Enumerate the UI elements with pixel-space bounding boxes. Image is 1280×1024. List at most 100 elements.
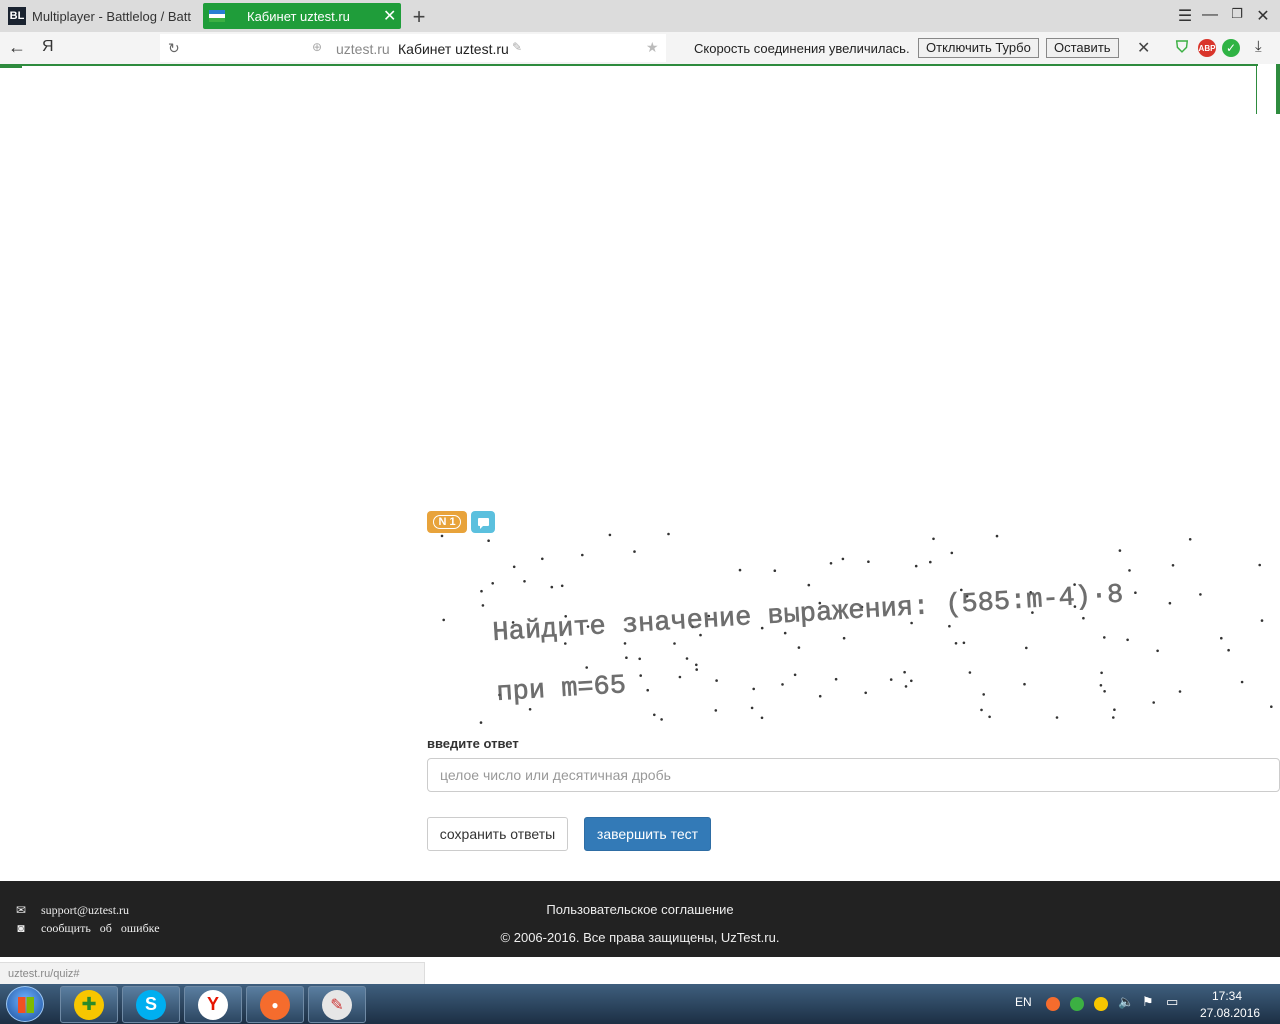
noise-dot	[1113, 708, 1116, 711]
clock-time[interactable]: 17:34	[1212, 989, 1242, 1003]
network-icon[interactable]: ▭	[1166, 994, 1180, 1009]
noise-dot	[585, 666, 588, 669]
volume-icon[interactable]: 🔈	[1118, 994, 1134, 1009]
tab-uztest[interactable]: Кабинет uztest.ru ✕	[203, 3, 401, 29]
windows-taskbar: ✚ S Y ● ✎ EN 🔈 ⚑ ▭ 17:34 27.08.2016	[0, 984, 1280, 1024]
noise-dot	[560, 584, 564, 588]
noise-dot	[481, 604, 485, 607]
noise-dot	[904, 685, 908, 688]
disable-turbo-button[interactable]: Отключить Турбо	[918, 38, 1039, 58]
bookmark-star-icon[interactable]: ★	[646, 39, 659, 56]
captcha-line-1: Найдите значение выражения: (585:m-4)·8	[492, 580, 1125, 649]
noise-dot	[1128, 569, 1131, 572]
keep-turbo-button[interactable]: Оставить	[1046, 38, 1119, 58]
copyright-text: © 2006-2016. Все права защищены, UzTest.…	[500, 930, 780, 945]
restore-icon[interactable]: ❐	[1226, 6, 1248, 22]
noise-dot	[1103, 636, 1106, 639]
noise-dot	[929, 560, 932, 564]
noise-dot	[950, 551, 954, 555]
noise-dot	[1103, 690, 1106, 693]
noise-dot	[608, 533, 612, 537]
noise-dot	[1055, 716, 1059, 719]
noise-dot	[738, 568, 742, 572]
noise-dot	[932, 537, 935, 541]
taskbar-app-plus[interactable]: ✚	[60, 986, 118, 1023]
start-button[interactable]	[6, 986, 44, 1022]
noise-dot	[842, 636, 846, 640]
taskbar-app-skype[interactable]: S	[122, 986, 180, 1023]
address-domain: uztest.ru	[336, 41, 390, 57]
reload-icon[interactable]: ↻	[168, 40, 180, 57]
close-icon[interactable]: ✕	[1137, 38, 1150, 58]
address-page-title: Кабинет uztest.ru	[398, 41, 509, 57]
back-arrow-icon[interactable]: ←	[8, 37, 26, 58]
noise-dot	[903, 670, 906, 674]
plus-tray-icon[interactable]	[1094, 997, 1108, 1011]
taskbar-app-origin[interactable]: ●	[246, 986, 304, 1023]
shield-icon[interactable]: ⛉	[1173, 39, 1191, 57]
green-tray-icon[interactable]	[1070, 997, 1084, 1011]
tab-battlelog[interactable]: BL Multiplayer - Battlelog / Batt	[4, 3, 200, 29]
noise-dot	[988, 715, 991, 719]
flag-icon[interactable]: ⚑	[1142, 994, 1156, 1009]
noise-dot	[760, 716, 764, 720]
tab-label: Кабинет uztest.ru	[247, 8, 350, 24]
noise-dot	[512, 565, 516, 569]
noise-dot	[818, 694, 822, 698]
noise-dot	[914, 564, 918, 568]
noise-dot	[550, 585, 554, 589]
noise-dot	[440, 534, 444, 538]
noise-dot	[982, 693, 985, 696]
noise-dot	[1171, 564, 1175, 567]
uztest-favicon-icon	[209, 10, 225, 22]
noise-dot	[1199, 593, 1202, 596]
noise-dot	[678, 675, 682, 679]
new-tab-icon[interactable]: +	[408, 4, 430, 30]
globe-icon: ⊕	[312, 40, 323, 54]
noise-dot	[750, 706, 754, 710]
noise-dot	[1227, 648, 1230, 652]
noise-dot	[1134, 591, 1137, 594]
noise-dot	[1168, 601, 1172, 605]
status-url: uztest.ru/quiz#	[0, 962, 425, 984]
noise-dot	[646, 688, 649, 692]
save-answers-button[interactable]: сохранить ответы	[427, 817, 568, 851]
yandex-logo-icon[interactable]: Я	[42, 38, 54, 56]
noise-dot	[781, 683, 784, 686]
download-icon[interactable]: ⤓	[1255, 38, 1262, 55]
address-bar-row: ← Я ↻ ⊕ uztest.ru Кабинет uztest.ru ✎ ★ …	[0, 32, 1280, 64]
menu-icon[interactable]: ☰	[1174, 6, 1196, 26]
user-agreement-link[interactable]: Пользовательское соглашение	[0, 902, 1280, 917]
finish-test-button[interactable]: завершить тест	[584, 817, 711, 851]
adblock-icon[interactable]: ABP	[1198, 39, 1216, 57]
close-window-icon[interactable]: ✕	[1252, 6, 1274, 26]
taskbar-app-paint[interactable]: ✎	[308, 986, 366, 1023]
noise-dot	[1023, 682, 1026, 686]
noise-dot	[480, 589, 483, 593]
noise-dot	[479, 721, 483, 724]
noise-dot	[1082, 616, 1085, 620]
noise-dot	[1025, 646, 1028, 650]
close-tab-icon[interactable]: ✕	[383, 6, 396, 26]
edit-pencil-icon[interactable]: ✎	[512, 40, 522, 54]
taskbar-app-yandex-browser[interactable]: Y	[184, 986, 242, 1023]
noise-dot	[1270, 705, 1273, 708]
noise-dot	[714, 709, 718, 712]
noise-dot	[633, 550, 636, 553]
noise-dot	[968, 671, 972, 674]
noise-dot	[639, 674, 642, 677]
noise-dot	[948, 624, 951, 628]
skype-icon: S	[136, 989, 166, 1020]
checkmark-icon[interactable]: ✓	[1222, 39, 1240, 57]
clock-date[interactable]: 27.08.2016	[1200, 1006, 1260, 1020]
origin-tray-icon[interactable]	[1046, 997, 1060, 1011]
minimize-icon[interactable]: —	[1199, 6, 1221, 24]
noise-dot	[1156, 649, 1159, 653]
language-indicator[interactable]: EN	[1015, 995, 1032, 1009]
noise-dot	[807, 583, 811, 587]
answer-input[interactable]	[427, 758, 1280, 792]
noise-dot	[783, 631, 787, 635]
address-field[interactable]: ↻ ⊕ uztest.ru Кабинет uztest.ru ✎ ★	[160, 34, 666, 62]
tab-label: Multiplayer - Battlelog / Batt	[32, 8, 191, 24]
noise-dot	[1112, 716, 1115, 719]
